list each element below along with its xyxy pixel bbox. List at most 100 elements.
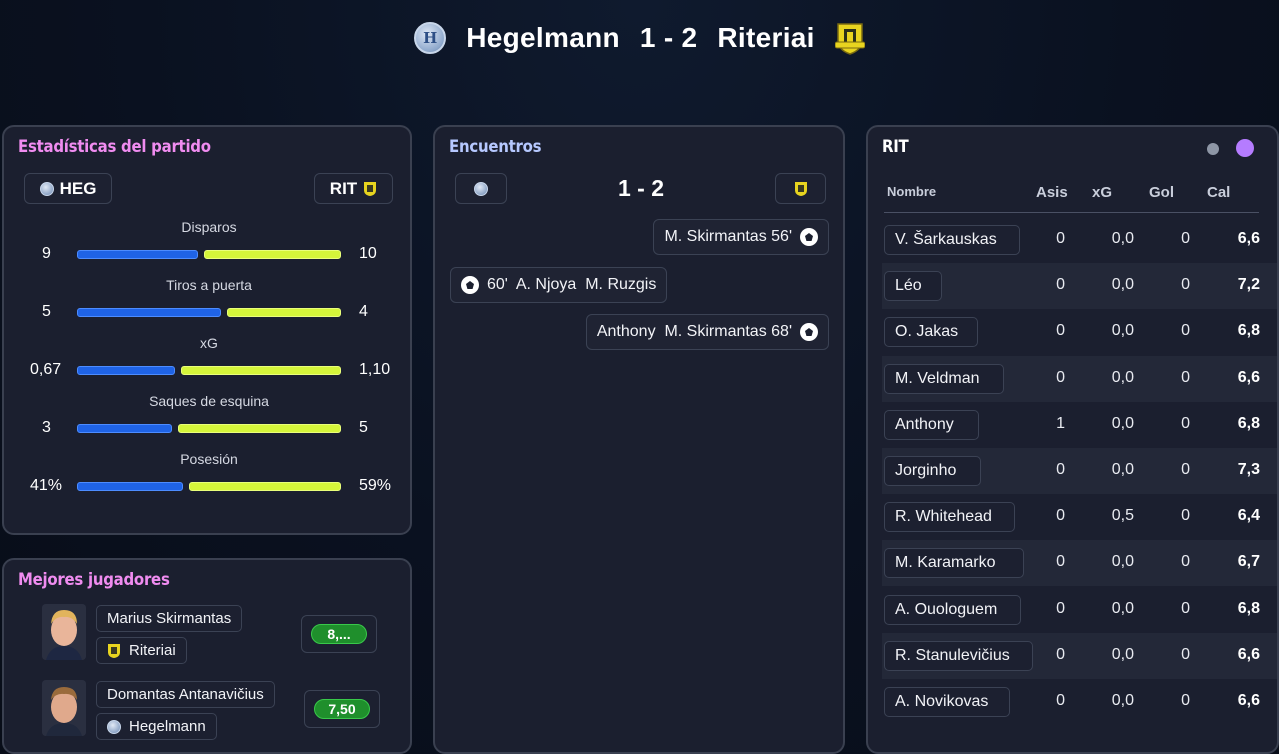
stat-away-value: 10: [359, 245, 377, 262]
player-name-chip[interactable]: M. Veldman: [884, 364, 1004, 394]
cell-gol: 0: [1181, 415, 1190, 432]
player-name-chip[interactable]: O. Jakas: [884, 317, 978, 347]
goal-event[interactable]: M. Skirmantas 56': [653, 219, 829, 255]
player-name-chip[interactable]: A. Novikovas: [884, 687, 1010, 717]
cell-gol: 0: [1181, 692, 1190, 709]
cell-asis: 0: [1056, 692, 1065, 709]
cell-asis: 0: [1056, 322, 1065, 339]
riteriai-crest-icon: [364, 181, 377, 196]
stat-label: Disparos: [181, 219, 237, 235]
player-team: Hegelmann: [129, 718, 206, 735]
best-players-panel: Mejores jugadores Marius Skirmantas Rite…: [2, 558, 412, 754]
cell-gol: 0: [1181, 276, 1190, 293]
cell-cal: 6,8: [1237, 600, 1260, 617]
cell-xg: 0,0: [1111, 369, 1134, 386]
header-divider: [884, 212, 1259, 213]
cell-cal: 7,2: [1237, 276, 1260, 293]
match-header: H Hegelmann 1 - 2 Riteriai: [0, 0, 1279, 76]
cell-cal: 6,6: [1237, 230, 1260, 247]
table-row[interactable]: V. Šarkauskas 0 0,0 0 6,6: [882, 217, 1277, 263]
home-team-name: Hegelmann: [466, 22, 620, 53]
column-header-gol[interactable]: Gol: [1149, 184, 1174, 201]
stat-home-bar: [77, 308, 221, 317]
player-name: Marius Skirmantas: [107, 610, 232, 627]
cell-xg: 0,0: [1111, 276, 1134, 293]
goal-event[interactable]: 60' A. Njoya M. Ruzgis: [450, 267, 668, 303]
stat-home-bar: [77, 250, 198, 259]
cell-cal: 6,6: [1237, 646, 1260, 663]
cell-asis: 0: [1056, 369, 1065, 386]
cell-asis: 0: [1056, 553, 1065, 570]
home-team-chip[interactable]: HEG: [24, 173, 112, 204]
cell-gol: 0: [1181, 461, 1190, 478]
player-name-chip[interactable]: A. Ouologuem: [884, 595, 1021, 625]
table-row[interactable]: R. Stanulevičius 0 0,0 0 6,6: [882, 633, 1277, 679]
column-header-xg[interactable]: xG: [1092, 184, 1112, 201]
cell-asis: 0: [1056, 276, 1065, 293]
table-row[interactable]: M. Karamarko 0 0,0 0 6,7: [882, 540, 1277, 586]
cell-asis: 0: [1056, 230, 1065, 247]
event-text: 60' A. Njoya M. Ruzgis: [487, 276, 657, 293]
player-name-chip[interactable]: M. Karamarko: [884, 548, 1024, 578]
player-team-chip[interactable]: Riteriai: [96, 637, 187, 664]
table-row[interactable]: O. Jakas 0 0,0 0 6,8: [882, 309, 1277, 355]
player-name-chip[interactable]: Marius Skirmantas: [96, 605, 243, 632]
cell-gol: 0: [1181, 369, 1190, 386]
cell-asis: 0: [1056, 646, 1065, 663]
column-header-asis[interactable]: Asis: [1036, 184, 1068, 201]
table-row[interactable]: Anthony 1 0,0 0 6,8: [882, 402, 1277, 448]
table-row[interactable]: Léo 0 0,0 0 7,2: [882, 263, 1277, 309]
player-rating: 8,...: [301, 615, 377, 653]
player-name-chip[interactable]: V. Šarkauskas: [884, 225, 1020, 255]
home-team-abbr: HEG: [59, 178, 97, 198]
table-row[interactable]: A. Novikovas 0 0,0 0 6,6: [882, 679, 1277, 725]
lineup-panel: RIT Nombre Asis xG Gol Cal V. Šarkauskas…: [866, 125, 1279, 754]
player-name-chip[interactable]: Léo: [884, 271, 942, 301]
cell-cal: 6,4: [1237, 507, 1260, 524]
cell-xg: 0,0: [1111, 230, 1134, 247]
rating-badge: 7,50: [314, 699, 370, 719]
player-name-chip[interactable]: Anthony: [884, 410, 979, 440]
stat-away-bar: [181, 366, 341, 375]
cell-gol: 0: [1181, 230, 1190, 247]
cell-xg: 0,0: [1111, 322, 1134, 339]
table-row[interactable]: A. Ouologuem 0 0,0 0 6,8: [882, 587, 1277, 633]
table-row[interactable]: R. Whitehead 0 0,5 0 6,4: [882, 494, 1277, 540]
stat-away-bar: [189, 482, 341, 491]
away-team-chip[interactable]: RIT: [314, 173, 393, 204]
player-name-chip[interactable]: Domantas Antanavičius: [96, 681, 275, 708]
hegelmann-crest-icon: [107, 719, 121, 734]
cell-xg: 0,0: [1111, 461, 1134, 478]
football-icon: [800, 228, 818, 246]
event-text: Anthony M. Skirmantas 68': [596, 323, 792, 340]
stat-label: Saques de esquina: [149, 393, 269, 409]
player-photo: [42, 680, 86, 736]
match-events-panel: Encuentros 1 - 2 M. Skirmantas 56' 60' A…: [433, 125, 845, 754]
cell-xg: 0,0: [1111, 692, 1134, 709]
table-row[interactable]: Jorginho 0 0,0 0 7,3: [882, 448, 1277, 494]
cell-xg: 0,5: [1111, 507, 1134, 524]
cell-cal: 6,8: [1237, 322, 1260, 339]
column-header-cal[interactable]: Cal: [1207, 184, 1230, 201]
cell-gol: 0: [1181, 600, 1190, 617]
stat-away-bar: [178, 424, 341, 433]
player-name-chip[interactable]: Jorginho: [884, 456, 981, 486]
stat-away-value: 1,10: [359, 361, 391, 378]
stat-home-bar: [77, 366, 175, 375]
goal-event[interactable]: Anthony M. Skirmantas 68': [585, 314, 829, 350]
stat-home-value: 3: [42, 419, 51, 436]
cell-gol: 0: [1181, 322, 1190, 339]
column-header-name[interactable]: Nombre: [887, 184, 936, 199]
cell-gol: 0: [1181, 553, 1190, 570]
table-row[interactable]: M. Veldman 0 0,0 0 6,6: [882, 356, 1277, 402]
cell-cal: 6,6: [1237, 369, 1260, 386]
cell-gol: 0: [1181, 646, 1190, 663]
player-name-chip[interactable]: R. Whitehead: [884, 502, 1015, 532]
player-team-chip[interactable]: Hegelmann: [96, 713, 217, 740]
away-team-chip[interactable]: [775, 173, 826, 204]
cell-cal: 6,8: [1237, 415, 1260, 432]
away-team-abbr: RIT: [329, 178, 358, 198]
cell-asis: 0: [1056, 600, 1065, 617]
player-name-chip[interactable]: R. Stanulevičius: [884, 641, 1033, 671]
cell-cal: 6,7: [1237, 553, 1260, 570]
